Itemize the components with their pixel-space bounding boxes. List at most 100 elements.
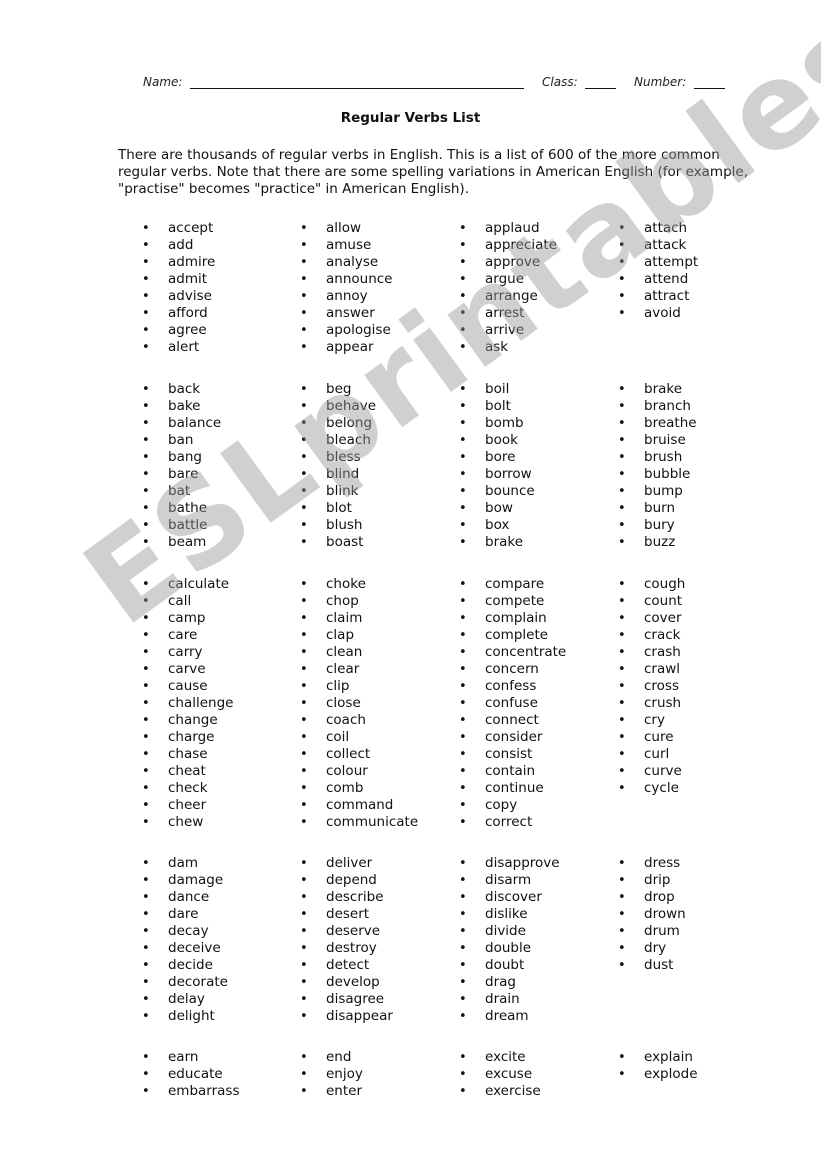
bullet-icon: • [459,958,467,973]
bullet-icon: • [300,611,308,626]
list-item: • brake [618,381,697,398]
verb-text: belong [326,415,373,431]
bullet-icon: • [300,662,308,677]
verb-text: ban [168,432,194,448]
list-item: • consider [459,729,566,746]
bullet-icon: • [459,1067,467,1082]
verb-text: collect [326,746,371,762]
list-item: • disarm [459,872,560,889]
verb-text: concern [485,661,539,677]
verb-text: brake [485,534,524,550]
bullet-icon: • [142,1084,150,1099]
list-item: • approve [459,254,557,271]
verb-text: carry [168,644,203,660]
bullet-icon: • [142,1067,150,1082]
verb-text: care [168,627,198,643]
bullet-icon: • [142,577,150,592]
name-field[interactable] [190,88,524,89]
bullet-icon: • [459,594,467,609]
list-item: • arrest [459,305,557,322]
verb-text: blind [326,466,360,482]
list-item: • crash [618,644,685,661]
bullet-icon: • [618,873,626,888]
verb-text: call [168,593,192,609]
bullet-icon: • [459,611,467,626]
verb-text: exercise [485,1083,541,1099]
verb-text: bury [644,517,675,533]
bullet-icon: • [142,1050,150,1065]
list-item: • book [459,432,535,449]
bullet-icon: • [459,501,467,516]
verb-text: command [326,797,394,813]
bullet-icon: • [142,484,150,499]
list-item: • attack [618,237,698,254]
list-item: • dislike [459,906,560,923]
number-field[interactable] [694,88,725,89]
list-item: • bury [618,517,697,534]
verb-text: copy [485,797,518,813]
list-item: • coach [300,712,418,729]
list-item: • dry [618,940,686,957]
list-item: • drown [618,906,686,923]
bullet-icon: • [142,467,150,482]
bullet-icon: • [142,679,150,694]
list-item: • analyse [300,254,393,271]
bullet-icon: • [142,518,150,533]
list-item: • challenge [142,695,234,712]
bullet-icon: • [142,535,150,550]
list-item: • bump [618,483,697,500]
list-item: • afford [142,305,215,322]
verb-text: arrest [485,305,525,321]
list-item: • bomb [459,415,535,432]
list-item: • agree [142,322,215,339]
list-item: • choke [300,576,418,593]
bullet-icon: • [618,1050,626,1065]
verb-text: dream [485,1008,529,1024]
verb-text: boast [326,534,364,550]
bullet-icon: • [459,890,467,905]
list-item: • appreciate [459,237,557,254]
verb-text: compete [485,593,545,609]
list-item: • bruise [618,432,697,449]
bullet-icon: • [142,255,150,270]
verb-text: clap [326,627,355,643]
bullet-icon: • [300,399,308,414]
list-item: • desert [300,906,393,923]
verb-text: boil [485,381,510,397]
list-item: • disagree [300,991,393,1008]
list-item: • cure [618,729,685,746]
list-item: • attend [618,271,698,288]
list-item: • bounce [459,483,535,500]
page-title: Regular Verbs List [340,110,481,126]
bullet-icon: • [142,611,150,626]
list-item: • admire [142,254,215,271]
verb-text: correct [485,814,533,830]
list-item: • enter [300,1083,363,1100]
verb-column: • back • bake • balance • ban • bang • bare • bat • bat… [142,381,221,551]
list-item: • explode [618,1066,698,1083]
list-item: • beam [142,534,221,551]
bullet-icon: • [459,992,467,1007]
list-item: • bake [142,398,221,415]
verb-column: • explain • explode [618,1049,698,1083]
bullet-icon: • [300,975,308,990]
bullet-icon: • [459,272,467,287]
bullet-icon: • [459,238,467,253]
list-item: • compare [459,576,566,593]
list-item: • delight [142,1008,228,1025]
bullet-icon: • [459,856,467,871]
verb-text: contain [485,763,536,779]
verb-text: confuse [485,695,538,711]
verb-text: attach [644,220,688,236]
bullet-icon: • [618,764,626,779]
bullet-icon: • [618,662,626,677]
verb-text: confess [485,678,537,694]
list-item: • answer [300,305,393,322]
verb-text: behave [326,398,376,414]
list-item: • concentrate [459,644,566,661]
list-item: • bat [142,483,221,500]
bullet-icon: • [142,221,150,236]
list-item: • dare [142,906,228,923]
bullet-icon: • [300,255,308,270]
class-field[interactable] [585,88,616,89]
